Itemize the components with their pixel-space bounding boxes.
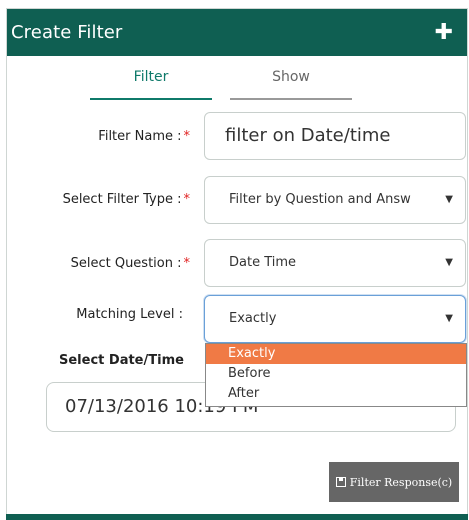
matching-level-value: Exactly	[229, 311, 277, 326]
save-icon	[335, 477, 346, 487]
filter-name-label-text: Filter Name :	[98, 129, 182, 144]
tab-show[interactable]: Show	[230, 64, 352, 100]
question-label: Select Question : *	[0, 256, 190, 271]
date-time-label: Select Date/Time	[59, 353, 184, 368]
tab-filter[interactable]: Filter	[90, 64, 212, 100]
option-exactly[interactable]: Exactly	[206, 344, 466, 364]
matching-level-label: Matching Level :	[76, 307, 183, 322]
required-mark: *	[183, 256, 191, 271]
caret-down-icon: ▼	[445, 313, 453, 324]
filter-type-select[interactable]: Filter by Question and Answ ▼	[204, 176, 466, 224]
matching-level-select[interactable]: Exactly ▼	[204, 295, 466, 343]
option-before[interactable]: Before	[206, 364, 466, 384]
question-value: Date Time	[229, 255, 297, 270]
matching-level-dropdown: Exactly Before After	[205, 343, 467, 407]
required-mark: *	[183, 192, 191, 207]
option-after[interactable]: After	[206, 384, 466, 404]
filter-response-label: Filter Response(c)	[349, 475, 453, 489]
caret-down-icon: ▼	[445, 257, 453, 268]
caret-down-icon: ▼	[445, 194, 453, 205]
plus-icon[interactable]: ✚	[435, 21, 453, 44]
panel-header: Create Filter ✚	[7, 9, 467, 56]
tab-bar: Filter Show	[84, 64, 364, 100]
required-mark: *	[183, 129, 191, 144]
filter-name-label: Filter Name : *	[0, 129, 190, 144]
bottom-bar	[6, 514, 468, 520]
filter-response-button[interactable]: Filter Response(c)	[329, 462, 459, 502]
filter-name-input[interactable]: filter on Date/time	[204, 112, 466, 160]
panel-title: Create Filter	[11, 22, 123, 43]
question-select[interactable]: Date Time ▼	[204, 239, 466, 287]
question-label-text: Select Question :	[70, 256, 182, 271]
filter-type-label-text: Select Filter Type :	[62, 192, 182, 207]
filter-type-value: Filter by Question and Answ	[229, 192, 411, 207]
filter-type-label: Select Filter Type : *	[0, 192, 190, 207]
